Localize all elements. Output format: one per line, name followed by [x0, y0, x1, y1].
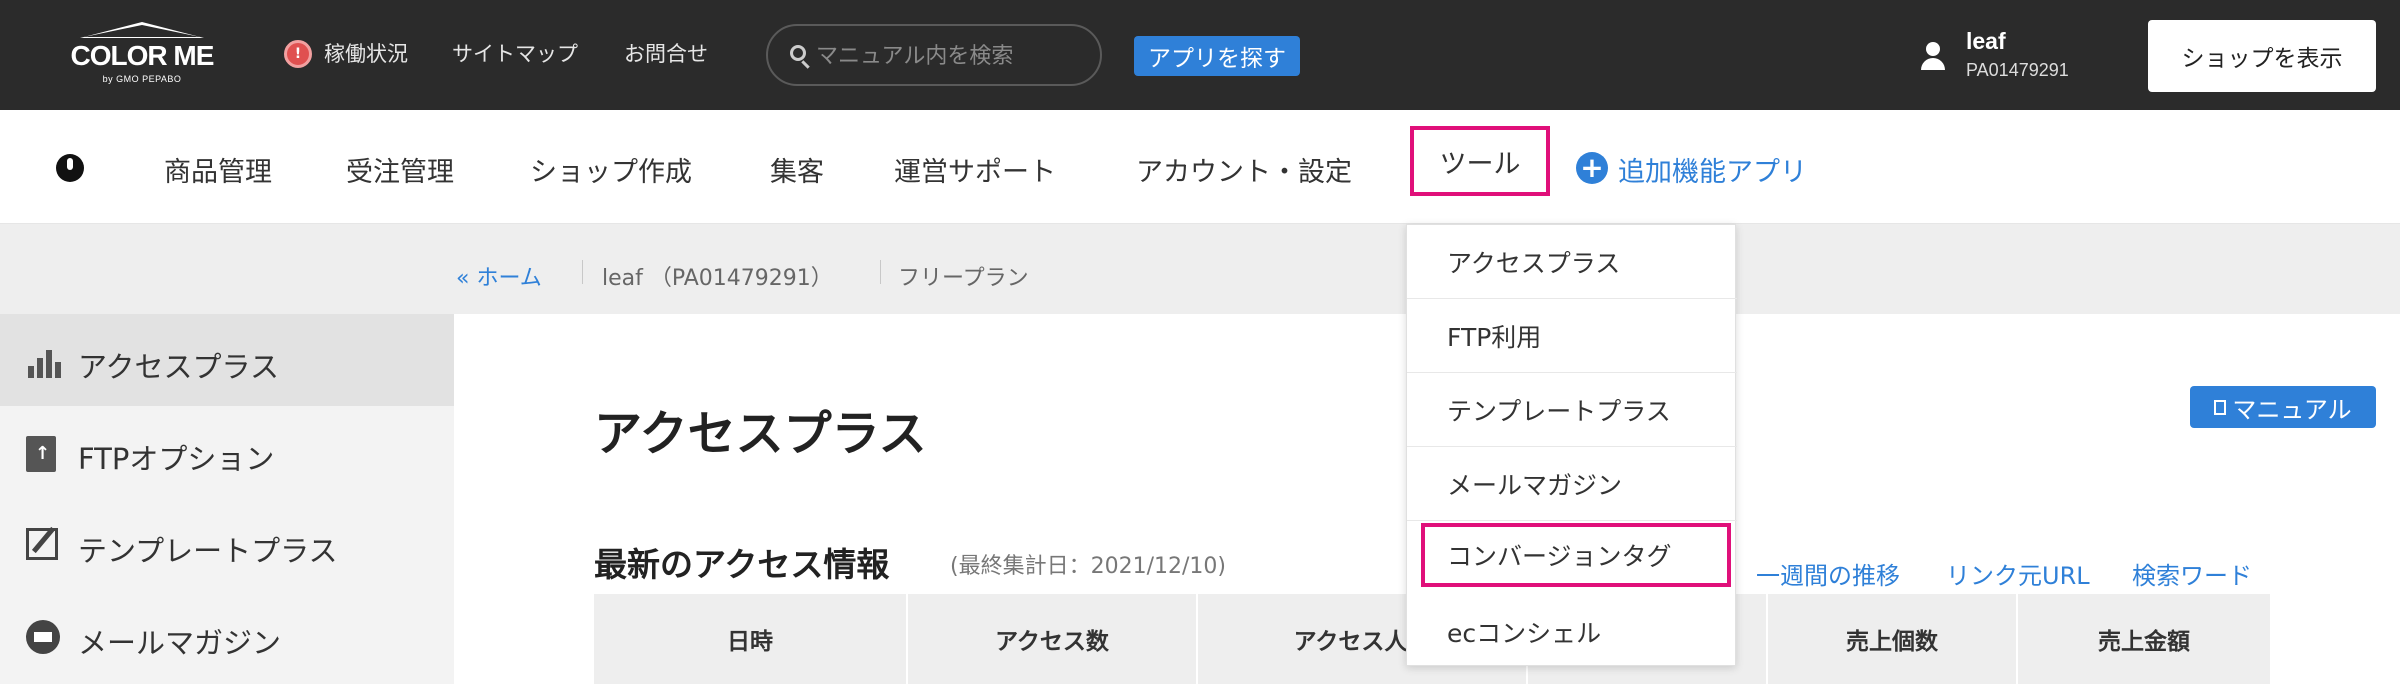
nav-shop-design[interactable]: ショップ作成 [530, 150, 692, 189]
menu-item-mail-magazine[interactable]: メールマガジン [1407, 447, 1737, 521]
referrer-url-link[interactable]: リンク元URL [1946, 556, 2090, 591]
nav-account-settings[interactable]: アカウント・設定 [1136, 150, 1352, 189]
last-updated-date: (最終集計日：2021/12/10) [950, 554, 1226, 579]
search-icon [790, 45, 806, 61]
sidebar-item-label: テンプレートプラス [78, 534, 338, 568]
manual-button[interactable]: マニュアル [2190, 386, 2376, 428]
tools-dropdown-menu: アクセスプラス FTP利用 テンプレートプラス メールマガジン コンバージョンタ… [1406, 224, 1737, 669]
menu-item-template-plus[interactable]: テンプレートプラス [1407, 373, 1737, 447]
breadcrumb-divider [582, 260, 583, 284]
addon-apps-link[interactable]: 追加機能アプリ [1618, 150, 1807, 189]
search-words-link[interactable]: 検索ワード [2132, 556, 2252, 591]
sidebar-item-label: アクセスプラス [78, 350, 279, 384]
sidebar-item-access-plus[interactable]: アクセスプラス [0, 314, 454, 406]
sidebar-item-label: メールマガジン [78, 626, 282, 660]
breadcrumb-divider [880, 260, 881, 284]
menu-item-ec-concierge[interactable]: ecコンシェル [1407, 595, 1737, 669]
manual-search [766, 24, 1102, 86]
status-link[interactable]: 稼働状況 [324, 38, 408, 68]
user-id: PA01479291 [1966, 60, 2069, 80]
nav-products[interactable]: 商品管理 [164, 150, 272, 189]
breadcrumb: « ホーム leaf （PA01479291） フリープラン [0, 224, 2400, 314]
nav-marketing[interactable]: 集客 [770, 150, 824, 189]
plus-circle-icon: + [1576, 152, 1608, 184]
manual-search-input[interactable] [816, 38, 1086, 74]
menu-item-ftp[interactable]: FTP利用 [1407, 299, 1737, 373]
view-shop-button[interactable]: ショップを表示 [2148, 20, 2376, 92]
user-name[interactable]: leaf [1966, 28, 2006, 55]
column-header-access-count: アクセス数 [908, 594, 1198, 684]
top-bar: COLOR ME by GMO PEPABO ! 稼働状況 サイトマップ お問合… [0, 0, 2400, 110]
page-title: アクセスプラス [594, 406, 927, 462]
logo-text: COLOR ME [70, 40, 215, 71]
sidebar-item-ftp[interactable]: FTPオプション [0, 406, 454, 498]
user-icon [1918, 42, 1948, 72]
menu-item-conversion-tag[interactable]: コンバージョンタグ [1421, 523, 1731, 587]
column-header-datetime: 日時 [594, 594, 908, 684]
home-icon[interactable] [56, 154, 84, 182]
edit-icon [26, 528, 58, 560]
breadcrumb-plan: フリープラン [898, 266, 1029, 291]
nav-support[interactable]: 運営サポート [894, 150, 1056, 189]
breadcrumb-home[interactable]: « ホーム [456, 260, 542, 292]
house-icon [80, 22, 204, 38]
nav-tools[interactable]: ツール [1410, 126, 1550, 196]
column-header-sales-count: 売上個数 [1768, 594, 2018, 684]
status-icon: ! [284, 40, 312, 68]
chart-icon [26, 344, 62, 378]
sidebar: アクセスプラス FTPオプション テンプレートプラス メールマガジン [0, 314, 454, 684]
nav-orders[interactable]: 受注管理 [346, 150, 454, 189]
file-upload-icon [26, 436, 56, 472]
sitemap-link[interactable]: サイトマップ [452, 38, 578, 68]
document-icon [2214, 399, 2227, 415]
contact-link[interactable]: お問合せ [624, 38, 708, 68]
logo-subtext: by GMO PEPABO [102, 74, 182, 84]
weekly-trend-link[interactable]: 一週間の推移 [1756, 556, 1900, 591]
sidebar-item-label: FTPオプション [78, 442, 275, 476]
manual-button-label: マニュアル [2232, 395, 2352, 424]
breadcrumb-account: leaf （PA01479291） [602, 266, 833, 291]
main-nav: 商品管理 受注管理 ショップ作成 集客 運営サポート アカウント・設定 ツール … [0, 110, 2400, 224]
column-header-sales-amount: 売上金額 [2098, 629, 2190, 655]
mail-icon [26, 620, 60, 654]
menu-item-access-plus[interactable]: アクセスプラス [1407, 225, 1737, 299]
section-title: 最新のアクセス情報 [594, 545, 890, 584]
sidebar-item-template-plus[interactable]: テンプレートプラス [0, 498, 454, 590]
sidebar-item-mail-magazine[interactable]: メールマガジン [0, 590, 454, 682]
colorme-logo[interactable]: COLOR ME by GMO PEPABO [62, 22, 222, 92]
find-apps-button[interactable]: アプリを探す [1134, 36, 1300, 76]
